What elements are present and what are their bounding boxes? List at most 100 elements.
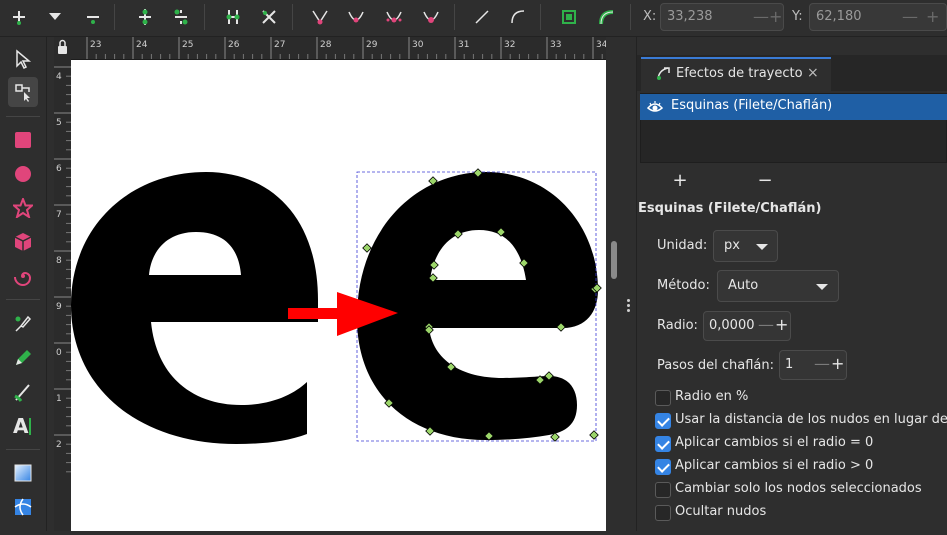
circle-tool-icon[interactable] <box>8 159 38 189</box>
pen-tool-icon[interactable] <box>8 309 38 339</box>
object-to-path-icon[interactable] <box>556 4 582 30</box>
unit-value: px <box>724 238 740 253</box>
line-segment-icon[interactable] <box>469 4 495 30</box>
radius-value: 0,0000 <box>709 318 755 333</box>
filleted-letter-e <box>357 172 598 440</box>
ruler-tick-label: 31 <box>458 40 469 50</box>
path-node-handle[interactable] <box>362 243 372 253</box>
remove-effect-button[interactable]: − <box>755 170 775 191</box>
method-select[interactable]: Auto <box>717 270 839 302</box>
delete-segment-icon[interactable] <box>256 4 282 30</box>
ruler-tick-label: 1 <box>56 394 62 404</box>
chevron-down-icon <box>816 284 828 290</box>
vertical-ruler[interactable]: 4 5 6 7 8 9 0 1 2 <box>54 59 72 531</box>
x-label: X: <box>643 9 657 24</box>
option-checkbox[interactable] <box>655 413 671 429</box>
option-label: Radio en % <box>675 389 749 404</box>
add-node-icon[interactable] <box>6 4 32 30</box>
auto-smooth-node-icon[interactable] <box>418 4 444 30</box>
tab-close-button[interactable]: × <box>807 65 819 81</box>
radius-field[interactable]: 0,0000 — + <box>703 311 791 341</box>
chevron-down-icon <box>756 244 768 250</box>
tab-title: Efectos de trayecto <box>676 66 803 81</box>
mesh-tool-icon[interactable] <box>8 492 38 522</box>
y-increment-button[interactable]: + <box>926 7 939 26</box>
unit-select[interactable]: px <box>713 230 778 262</box>
gradient-tool-icon[interactable] <box>8 458 38 488</box>
eye-icon[interactable] <box>646 99 664 119</box>
option-checkbox[interactable] <box>655 482 671 498</box>
pencil-tool-icon[interactable] <box>8 343 38 373</box>
delete-node-icon[interactable] <box>80 4 106 30</box>
x-coordinate-field[interactable]: 33,238 — + <box>660 3 784 31</box>
option-checkbox[interactable] <box>655 459 671 475</box>
vertical-ruler-ticks: 4 5 6 7 8 9 0 1 2 <box>54 66 71 473</box>
ruler-tick-label: 9 <box>56 302 62 312</box>
ruler-tick-label: 30 <box>412 40 424 50</box>
y-decrement-button[interactable]: — <box>902 7 918 26</box>
ruler-tick-label: 6 <box>56 164 62 174</box>
x-decrement-button[interactable]: — <box>753 7 769 26</box>
add-effect-button[interactable]: + <box>670 170 690 191</box>
x-increment-button[interactable]: + <box>769 7 782 26</box>
join-segment-icon[interactable] <box>220 4 246 30</box>
smooth-node-icon[interactable] <box>343 4 369 30</box>
option-label: Cambiar solo los nodos seleccionados <box>675 481 922 496</box>
option-label: Ocultar nudos <box>675 504 767 519</box>
selector-tool-icon[interactable] <box>8 44 38 74</box>
option-checkbox[interactable] <box>655 390 671 406</box>
dock-handle[interactable] <box>622 37 637 531</box>
effect-title: Esquinas (Filete/Chaflán) <box>638 201 822 216</box>
option-checkbox[interactable] <box>655 436 671 452</box>
ruler-tick-label: 28 <box>320 40 332 50</box>
radius-increment-button[interactable]: + <box>775 315 788 334</box>
ruler-tick-label: 2 <box>56 440 62 450</box>
ruler-tick-label: 24 <box>136 40 148 50</box>
effect-list-item[interactable]: Esquinas (Filete/Chaflán) <box>640 94 947 120</box>
join-nodes-icon[interactable] <box>132 4 158 30</box>
option-checkbox[interactable] <box>655 505 671 521</box>
x-value: 33,238 <box>667 9 713 24</box>
steps-decrement-button[interactable]: — <box>814 354 830 373</box>
ruler-tick-label: 27 <box>274 40 285 50</box>
ruler-tick-label: 7 <box>56 210 62 220</box>
3d-box-tool-icon[interactable] <box>8 227 38 257</box>
tool-controls-bar: X: 33,238 — + Y: 62,180 — + <box>0 0 947 37</box>
dropdown-arrow-icon[interactable] <box>42 4 68 30</box>
ruler-tick-label: 26 <box>228 40 240 50</box>
horizontal-ruler-ticks: 23 24 25 26 27 28 29 30 31 32 33 34 <box>86 37 608 59</box>
stroke-to-path-icon[interactable] <box>594 4 620 30</box>
tab-path-effects[interactable]: Efectos de trayecto × <box>641 57 831 91</box>
unit-label: Unidad: <box>657 238 708 253</box>
path-node-handle[interactable] <box>589 430 599 440</box>
vertical-scrollbar[interactable] <box>606 37 622 531</box>
option-label: Usar la distancia de los nudos en lugar … <box>675 412 947 427</box>
steps-increment-button[interactable]: + <box>831 354 844 373</box>
cusp-node-icon[interactable] <box>307 4 333 30</box>
scrollbar-thumb[interactable] <box>611 241 617 279</box>
ruler-tick-label: 8 <box>56 256 62 266</box>
node-tool-icon[interactable] <box>8 77 38 107</box>
chamfer-steps-field[interactable]: 1 — + <box>779 350 847 380</box>
symmetric-node-icon[interactable] <box>381 4 407 30</box>
spiral-tool-icon[interactable] <box>8 261 38 291</box>
horizontal-ruler[interactable]: 23 24 25 26 27 28 29 30 31 32 33 34 <box>71 37 622 60</box>
calligraphy-tool-icon[interactable] <box>8 377 38 407</box>
chamfer-steps-value: 1 <box>785 357 794 372</box>
y-coordinate-field[interactable]: 62,180 — + <box>809 3 947 31</box>
effect-item-label: Esquinas (Filete/Chaflán) <box>671 98 833 113</box>
ruler-tick-label: 29 <box>366 40 378 50</box>
rectangle-tool-icon[interactable] <box>8 125 38 155</box>
original-letter-e <box>71 172 318 444</box>
svg-text:A: A <box>13 415 29 437</box>
ruler-tick-label: 0 <box>56 348 62 358</box>
option-label: Aplicar cambios si el radio > 0 <box>675 458 874 473</box>
text-tool-icon[interactable]: A <box>8 411 38 441</box>
ruler-corner <box>54 37 71 59</box>
radius-decrement-button[interactable]: — <box>758 315 774 334</box>
drawing-canvas[interactable] <box>71 60 606 531</box>
ruler-tick-label: 5 <box>56 118 62 128</box>
curve-segment-icon[interactable] <box>505 4 531 30</box>
star-tool-icon[interactable] <box>8 193 38 223</box>
break-path-icon[interactable] <box>168 4 194 30</box>
